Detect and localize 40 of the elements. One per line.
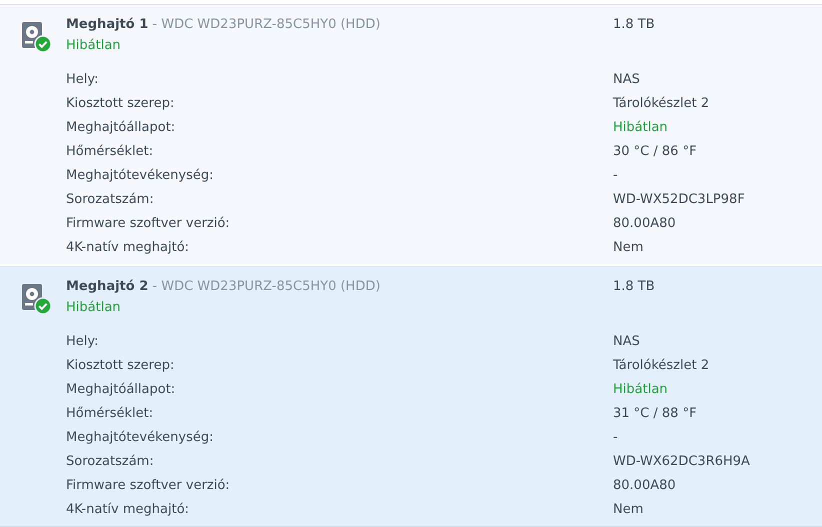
detail-label: Hely:: [66, 334, 100, 348]
detail-value: NAS: [613, 334, 640, 348]
detail-label: Sorozatszám:: [66, 192, 155, 206]
detail-value: Tárolókészlet 2: [613, 358, 710, 372]
detail-label: Firmware szoftver verzió:: [66, 216, 231, 230]
detail-value: 30 °C / 86 °F: [613, 144, 697, 158]
detail-label: Hőmérséklet:: [66, 144, 154, 158]
detail-value: Tárolókészlet 2: [613, 96, 710, 110]
detail-label: Kiosztott szerep:: [66, 96, 176, 110]
drive-panel[interactable]: [0, 266, 822, 527]
detail-value: 80.00A80: [613, 478, 676, 492]
detail-label: Meghajtóállapot:: [66, 382, 176, 396]
drive-size: 1.8 TB: [613, 16, 655, 32]
health-status: Hibátlan: [66, 299, 122, 317]
detail-value: NAS: [613, 72, 640, 86]
detail-label: Firmware szoftver verzió:: [66, 478, 231, 492]
drive-size: 1.8 TB: [613, 278, 655, 294]
detail-label: 4K-natív meghajtó:: [66, 502, 190, 516]
detail-label: Sorozatszám:: [66, 454, 155, 468]
detail-label: Meghajtótevékenység:: [66, 168, 215, 182]
detail-label: 4K-natív meghajtó:: [66, 240, 190, 254]
detail-value: WD-WX52DC3LP98F: [613, 192, 745, 206]
detail-value: Hibátlan: [613, 382, 668, 396]
drive-title: Meghajtó 1 - WDC WD23PURZ-85C5HY0 (HDD): [66, 16, 382, 32]
drive-title: Meghajtó 2 - WDC WD23PURZ-85C5HY0 (HDD): [66, 278, 382, 294]
detail-label: Hőmérséklet:: [66, 406, 154, 420]
detail-label: Meghajtóállapot:: [66, 120, 176, 134]
detail-value: 80.00A80: [613, 216, 676, 230]
detail-value: Hibátlan: [613, 120, 668, 134]
detail-value: 31 °C / 88 °F: [613, 406, 697, 420]
detail-label: Hely:: [66, 72, 100, 86]
detail-label: Kiosztott szerep:: [66, 358, 176, 372]
detail-value: Nem: [613, 502, 644, 516]
health-status: Hibátlan: [66, 37, 122, 55]
detail-value: Nem: [613, 240, 644, 254]
drive-panel[interactable]: [0, 4, 822, 264]
detail-value: -: [613, 168, 618, 182]
detail-label: Meghajtótevékenység:: [66, 430, 215, 444]
detail-value: WD-WX62DC3R6H9A: [613, 454, 750, 468]
detail-value: -: [613, 430, 618, 444]
